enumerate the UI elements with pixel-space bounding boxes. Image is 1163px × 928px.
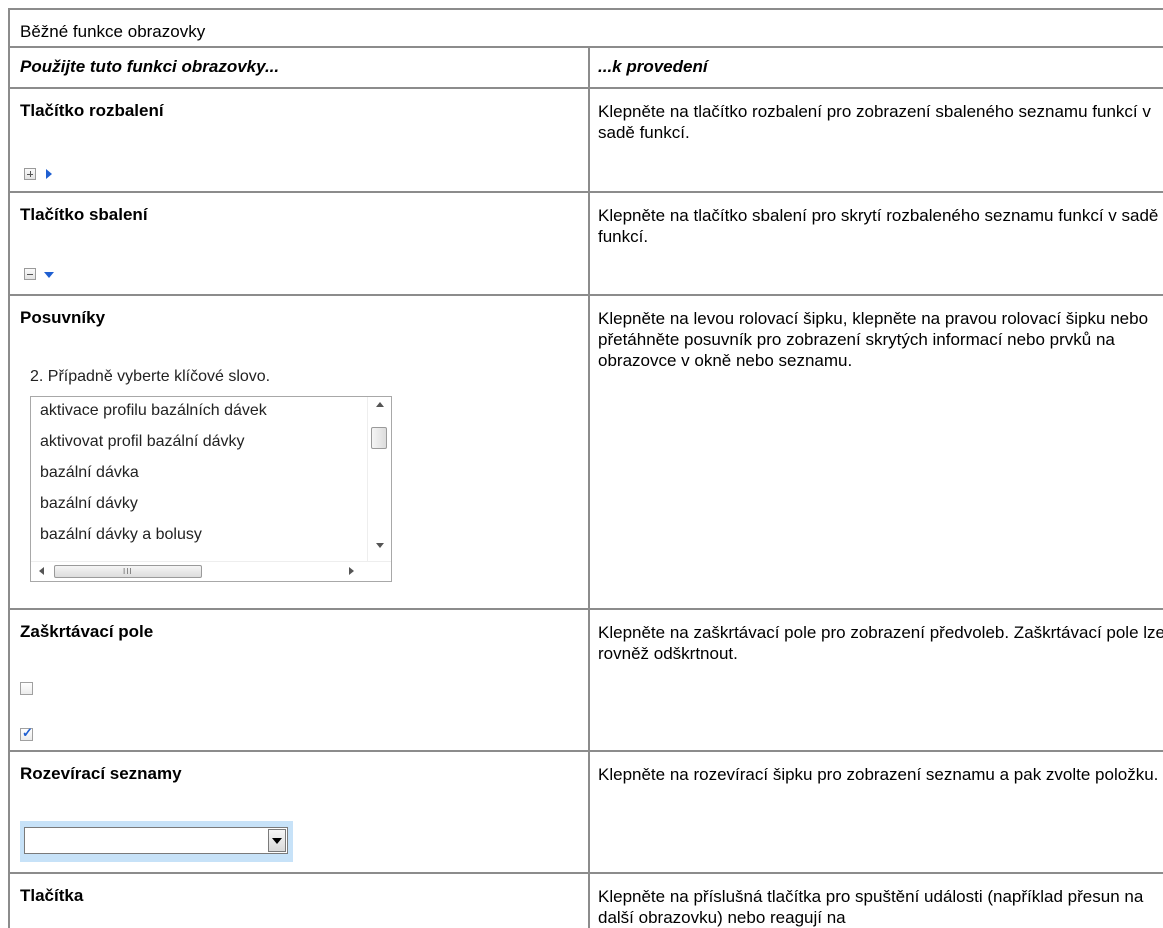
feature-cell: Tlačítka bbox=[8, 872, 590, 928]
chevron-down-icon bbox=[272, 838, 282, 844]
list-item[interactable]: aktivace profilu bazálních dávek bbox=[31, 397, 369, 428]
description-cell: Klepněte na tlačítko sbalení pro skrytí … bbox=[588, 191, 1163, 294]
table-caption-row: Běžné funkce obrazovky bbox=[0, 8, 1163, 46]
table-row: Tlačítko rozbalení Klepněte na tlačítko … bbox=[0, 87, 1163, 191]
feature-cell: Rozevírací seznamy bbox=[8, 750, 590, 872]
plus-box-icon[interactable] bbox=[24, 168, 36, 180]
feature-cell: Tlačítko sbalení bbox=[8, 191, 590, 294]
unchecked-checkbox[interactable] bbox=[20, 682, 33, 695]
horizontal-scroll-thumb[interactable]: III bbox=[54, 565, 202, 578]
feature-name: Posuvníky bbox=[20, 308, 106, 327]
header-feature: Použijte tuto funkci obrazovky... bbox=[20, 57, 280, 76]
feature-description: Klepněte na tlačítko rozbalení pro zobra… bbox=[598, 102, 1151, 142]
feature-name: Tlačítko sbalení bbox=[20, 205, 148, 224]
dropdown-focus-ring bbox=[20, 821, 293, 862]
feature-name: Rozevírací seznamy bbox=[20, 764, 182, 783]
list-item[interactable]: bazální dávka bbox=[31, 459, 369, 490]
feature-cell: Zaškrtávací pole ✓ bbox=[8, 608, 590, 750]
scroll-right-arrow-icon[interactable] bbox=[349, 567, 354, 575]
table-header-row: Použijte tuto funkci obrazovky... ...k p… bbox=[0, 46, 1163, 87]
list-item[interactable]: bazální dávky bbox=[31, 490, 369, 521]
table-row: Rozevírací seznamy Klepněte na rozevírac… bbox=[0, 750, 1163, 872]
vertical-scroll-thumb[interactable] bbox=[371, 427, 387, 449]
feature-description: Klepněte na rozevírací šipku pro zobraze… bbox=[598, 765, 1159, 784]
screen-functions-table: Běžné funkce obrazovky Použijte tuto fun… bbox=[0, 0, 1163, 928]
collapse-arrow-icon[interactable] bbox=[44, 272, 54, 278]
scroll-grip: III bbox=[123, 567, 133, 576]
table-row: Zaškrtávací pole ✓ Klepněte na zaškrtáva… bbox=[0, 608, 1163, 750]
table-row: Tlačítko sbalení Klepněte na tlačítko sb… bbox=[0, 191, 1163, 294]
listbox-items: aktivace profilu bazálních dávek aktivov… bbox=[31, 397, 369, 562]
header-action: ...k provedení bbox=[598, 57, 708, 76]
feature-name: Zaškrtávací pole bbox=[20, 622, 154, 641]
description-cell: Klepněte na levou rolovací šipku, klepně… bbox=[588, 294, 1163, 608]
feature-description: Klepněte na příslušná tlačítka pro spušt… bbox=[598, 887, 1144, 927]
dropdown-button[interactable] bbox=[268, 829, 286, 852]
keyword-listbox[interactable]: aktivace profilu bazálních dávek aktivov… bbox=[30, 396, 392, 582]
feature-description: Klepněte na levou rolovací šipku, klepně… bbox=[598, 309, 1149, 370]
checked-checkbox[interactable]: ✓ bbox=[20, 725, 33, 741]
feature-description: Klepněte na zaškrtávací pole pro zobraze… bbox=[598, 623, 1163, 663]
header-cell-action: ...k provedení bbox=[588, 46, 1163, 87]
vertical-scrollbar[interactable] bbox=[367, 397, 391, 562]
table-row: Tlačítka Klepněte na příslušná tlačítka … bbox=[0, 872, 1163, 928]
keyword-prompt: 2. Případně vyberte klíčové slovo. bbox=[30, 368, 271, 385]
feature-description: Klepněte na tlačítko sbalení pro skrytí … bbox=[598, 206, 1159, 246]
table-caption: Běžné funkce obrazovky bbox=[20, 22, 206, 41]
feature-name: Tlačítka bbox=[20, 886, 84, 905]
dropdown-select[interactable] bbox=[24, 827, 288, 854]
scroll-left-arrow-icon[interactable] bbox=[39, 567, 44, 575]
table-row: Posuvníky 2. Případně vyberte klíčové sl… bbox=[0, 294, 1163, 608]
scroll-down-arrow-icon[interactable] bbox=[376, 543, 384, 548]
description-cell: Klepněte na tlačítko rozbalení pro zobra… bbox=[588, 87, 1163, 191]
description-cell: Klepněte na příslušná tlačítka pro spušt… bbox=[588, 872, 1163, 928]
expand-arrow-icon[interactable] bbox=[46, 169, 52, 179]
scroll-up-arrow-icon[interactable] bbox=[376, 402, 384, 407]
feature-name: Tlačítko rozbalení bbox=[20, 101, 164, 120]
list-item[interactable]: bazální dávky a bolusy bbox=[31, 521, 369, 552]
description-cell: Klepněte na rozevírací šipku pro zobraze… bbox=[588, 750, 1163, 872]
feature-cell: Posuvníky 2. Případně vyberte klíčové sl… bbox=[8, 294, 590, 608]
minus-box-icon[interactable] bbox=[24, 268, 36, 280]
checkmark-icon: ✓ bbox=[22, 725, 33, 740]
horizontal-scrollbar[interactable]: III bbox=[31, 561, 391, 581]
list-item[interactable]: aktivovat profil bazální dávky bbox=[31, 428, 369, 459]
feature-cell: Tlačítko rozbalení bbox=[8, 87, 590, 191]
table-caption-cell: Běžné funkce obrazovky bbox=[8, 8, 1163, 46]
description-cell: Klepněte na zaškrtávací pole pro zobraze… bbox=[588, 608, 1163, 750]
header-cell-feature: Použijte tuto funkci obrazovky... bbox=[8, 46, 590, 87]
